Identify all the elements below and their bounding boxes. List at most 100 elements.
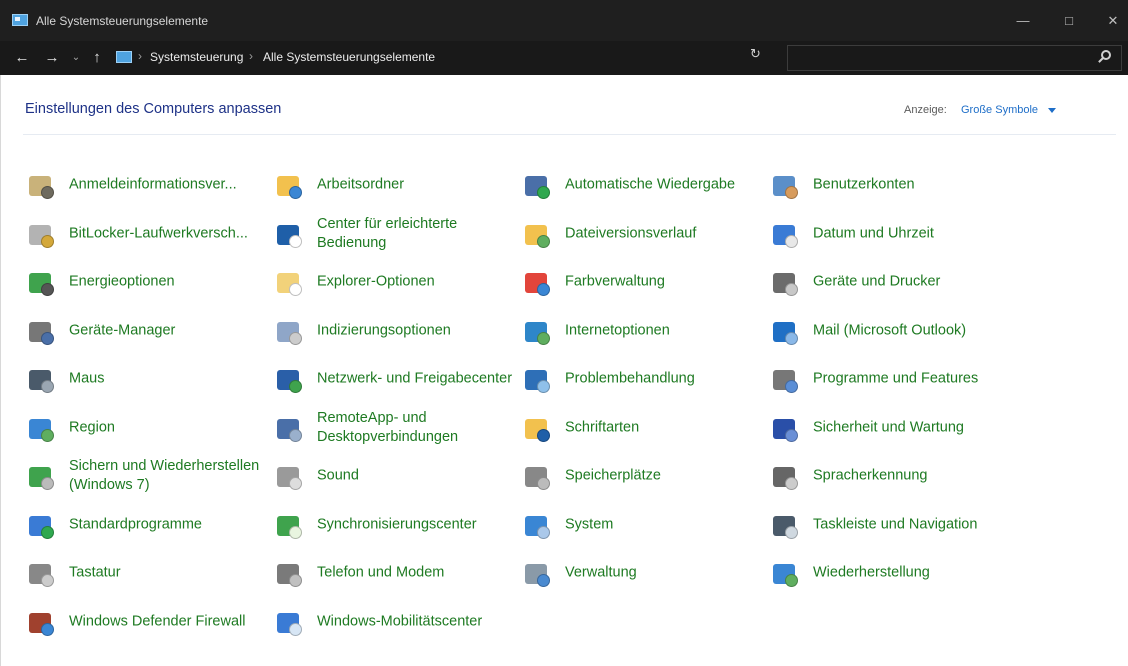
recent-locations-icon[interactable]: ⌄: [70, 47, 82, 69]
search-icon[interactable]: [1101, 50, 1111, 60]
control-panel-item-label: Synchronisierungscenter: [317, 516, 477, 533]
control-panel-item[interactable]: Indizierungsoptionen: [271, 307, 519, 356]
troubleshooting-icon: [523, 366, 551, 394]
breadcrumb-separator[interactable]: ›: [249, 49, 253, 63]
control-panel-item[interactable]: Farbverwaltung: [519, 258, 767, 307]
control-panel-item[interactable]: Tastatur: [23, 549, 271, 598]
back-arrow-icon[interactable]: ←: [14, 47, 30, 69]
control-panel-item[interactable]: Geräte-Manager: [23, 307, 271, 356]
control-panel-item-label: Benutzerkonten: [813, 176, 915, 193]
date-time-icon: [771, 221, 799, 249]
control-panel-item-label: Farbverwaltung: [565, 273, 665, 290]
control-panel-item[interactable]: Internetoptionen: [519, 307, 767, 356]
control-panel-item[interactable]: Problembehandlung: [519, 355, 767, 404]
control-panel-item-label: Maus: [69, 370, 105, 387]
ease-of-access-icon: [275, 221, 303, 249]
control-panel-item[interactable]: Region: [23, 404, 271, 453]
control-panel-item-label: Automatische Wiedergabe: [565, 176, 736, 193]
control-panel-item[interactable]: Windows-Mobilitätscenter: [271, 598, 519, 647]
control-panel-item[interactable]: Standardprogramme: [23, 501, 271, 550]
control-panel-item-label: Energieoptionen: [69, 273, 175, 290]
view-mode-dropdown[interactable]: Große Symbole: [961, 104, 1038, 116]
control-panel-item-label: Anmeldeinformationsver...: [69, 176, 237, 193]
control-panel-item-label: Windows-Mobilitätscenter: [317, 613, 483, 630]
address-bar[interactable]: › Systemsteuerung › Alle Systemsteuerung…: [112, 45, 840, 71]
mail-icon: [771, 318, 799, 346]
region-icon: [27, 415, 55, 443]
sync-center-icon: [275, 512, 303, 540]
control-panel-item[interactable]: Spracherkennung: [767, 452, 1015, 501]
control-panel-item-label: Netzwerk- und Freigabecenter: [317, 370, 513, 387]
administrative-tools-icon: [523, 560, 551, 588]
control-panel-items: Anmeldeinformationsver... Arbeitsordner Au…: [23, 161, 1023, 661]
control-panel-item[interactable]: Sicherheit und Wartung: [767, 404, 1015, 453]
control-panel-item[interactable]: Mail (Microsoft Outlook): [767, 307, 1015, 356]
control-panel-item[interactable]: Wiederherstellung: [767, 549, 1015, 598]
refresh-icon[interactable]: ↻: [750, 46, 761, 62]
control-panel-item-label: Tastatur: [69, 564, 121, 581]
control-panel-item[interactable]: Maus: [23, 355, 271, 404]
control-panel-icon: [12, 14, 28, 26]
search-input[interactable]: [787, 45, 1122, 71]
control-panel-item[interactable]: Speicherplätze: [519, 452, 767, 501]
forward-arrow-icon[interactable]: →: [44, 47, 60, 69]
breadcrumb-alle-elemente[interactable]: Alle Systemsteuerungselemente: [263, 50, 435, 64]
control-panel-item[interactable]: Windows Defender Firewall: [23, 598, 271, 647]
page-title: Einstellungen des Computers anpassen: [25, 101, 282, 117]
control-panel-item-label: Sichern und Wiederherstellen (Windows 7): [69, 458, 260, 492]
network-sharing-icon: [275, 366, 303, 394]
breadcrumb-systemsteuerung[interactable]: Systemsteuerung: [150, 50, 243, 64]
control-panel-item[interactable]: BitLocker-Laufwerkversch...: [23, 210, 271, 259]
up-arrow-icon[interactable]: ↑: [89, 47, 105, 69]
control-panel-item[interactable]: System: [519, 501, 767, 550]
autoplay-icon: [523, 172, 551, 200]
control-panel-item-label: Telefon und Modem: [317, 564, 445, 581]
control-panel-item-label: Center für erleichterte Bedienung: [317, 215, 458, 251]
control-panel-item[interactable]: Dateiversionsverlauf: [519, 210, 767, 259]
storage-spaces-icon: [523, 463, 551, 491]
control-panel-item[interactable]: Center für erleichterte Bedienung: [271, 210, 519, 259]
maximize-icon[interactable]: □: [1046, 0, 1092, 41]
control-panel-item[interactable]: Geräte und Drucker: [767, 258, 1015, 307]
control-panel-item[interactable]: Sichern und Wiederherstellen (Windows 7): [23, 452, 271, 501]
control-panel-icon: [116, 51, 132, 63]
control-panel-item-label: Region: [69, 419, 115, 436]
security-maintenance-icon: [771, 415, 799, 443]
control-panel-item-label: Dateiversionsverlauf: [565, 225, 697, 242]
phone-modem-icon: [275, 560, 303, 588]
breadcrumb-separator[interactable]: ›: [138, 49, 142, 63]
control-panel-item-label: Schriftarten: [565, 419, 640, 436]
control-panel-item-label: Datum und Uhrzeit: [813, 225, 934, 242]
control-panel-item-label: Standardprogramme: [69, 516, 202, 533]
power-options-icon: [27, 269, 55, 297]
control-panel-item-label: Arbeitsordner: [317, 176, 405, 193]
programs-features-icon: [771, 366, 799, 394]
work-folders-icon: [275, 172, 303, 200]
control-panel-item[interactable]: RemoteApp- und Desktopverbindungen: [271, 404, 519, 453]
control-panel-item[interactable]: Anmeldeinformationsver...: [23, 161, 271, 210]
control-panel-item-label: Mail (Microsoft Outlook): [813, 322, 967, 339]
speech-recognition-icon: [771, 463, 799, 491]
control-panel-item[interactable]: Automatische Wiedergabe: [519, 161, 767, 210]
control-panel-item[interactable]: Schriftarten: [519, 404, 767, 453]
control-panel-item[interactable]: Sound: [271, 452, 519, 501]
control-panel-item[interactable]: Energieoptionen: [23, 258, 271, 307]
control-panel-item[interactable]: Benutzerkonten: [767, 161, 1015, 210]
control-panel-item-label: Geräte-Manager: [69, 322, 176, 339]
control-panel-item[interactable]: Verwaltung: [519, 549, 767, 598]
control-panel-item[interactable]: Telefon und Modem: [271, 549, 519, 598]
chevron-down-icon[interactable]: [1048, 108, 1056, 113]
view-label: Anzeige:: [904, 104, 947, 116]
device-manager-icon: [27, 318, 55, 346]
control-panel-item[interactable]: Programme und Features: [767, 355, 1015, 404]
user-accounts-icon: [771, 172, 799, 200]
control-panel-item[interactable]: Explorer-Optionen: [271, 258, 519, 307]
control-panel-item[interactable]: Datum und Uhrzeit: [767, 210, 1015, 259]
close-icon[interactable]: ✕: [1090, 0, 1128, 41]
control-panel-item[interactable]: Netzwerk- und Freigabecenter: [271, 355, 519, 404]
control-panel-item[interactable]: Synchronisierungscenter: [271, 501, 519, 550]
title-bar: Alle Systemsteuerungselemente — □ ✕: [0, 0, 1128, 41]
minimize-icon[interactable]: —: [1000, 0, 1046, 41]
control-panel-item[interactable]: Arbeitsordner: [271, 161, 519, 210]
control-panel-item[interactable]: Taskleiste und Navigation: [767, 501, 1015, 550]
